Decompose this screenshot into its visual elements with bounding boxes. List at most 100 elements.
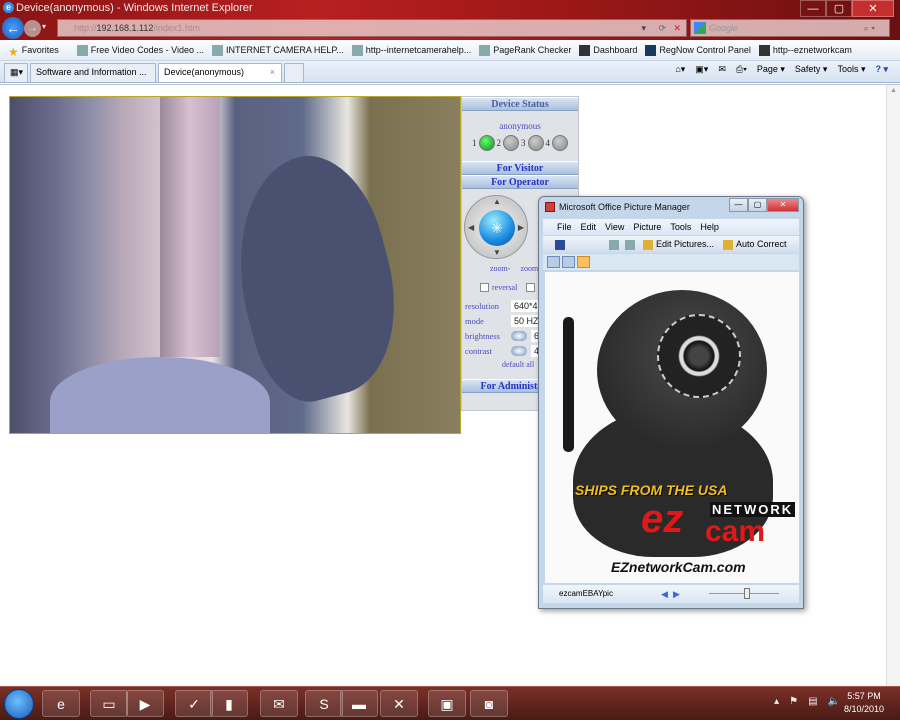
print-icon[interactable]: ⎙▾ bbox=[736, 64, 747, 75]
forward-button[interactable]: → bbox=[24, 20, 41, 37]
quick-tabs-button[interactable]: ▦▾ bbox=[4, 63, 28, 82]
favorite-link[interactable]: Dashboard bbox=[579, 44, 637, 56]
previous-picture-icon[interactable]: ◀ bbox=[661, 589, 668, 599]
history-dropdown[interactable]: ▾ bbox=[42, 22, 46, 31]
tab-device-anonymous[interactable]: Device(anonymous) × bbox=[158, 63, 282, 82]
next-picture-icon[interactable]: ▶ bbox=[673, 589, 680, 599]
show-hidden-icons[interactable]: ▴ bbox=[774, 696, 779, 707]
favorite-link[interactable]: http--eznetworkcam bbox=[758, 44, 852, 56]
rotate-right-icon[interactable] bbox=[625, 236, 638, 253]
search-icon[interactable]: ⌕ ▾ bbox=[864, 20, 875, 36]
safety-menu[interactable]: Safety ▾ bbox=[795, 64, 828, 75]
pan-left-arrow[interactable]: ◀ bbox=[468, 223, 474, 232]
menu-tools[interactable]: Tools bbox=[670, 219, 691, 235]
close-tab-icon[interactable]: × bbox=[270, 67, 275, 77]
edit-pictures-button[interactable]: Edit Pictures... bbox=[643, 236, 714, 253]
channel-2-led[interactable] bbox=[503, 135, 519, 151]
pan-right-arrow[interactable]: ▶ bbox=[518, 223, 524, 232]
address-dropdown-icon[interactable]: ▾ bbox=[641, 20, 646, 36]
taskbar-camtasia-icon[interactable]: ✓ bbox=[175, 690, 213, 717]
contrast-adjust-button[interactable] bbox=[511, 345, 527, 356]
for-operator-header[interactable]: For Operator bbox=[462, 175, 578, 189]
refresh-icon[interactable]: ⟳ bbox=[658, 20, 666, 36]
website-text: EZnetworkCam.com bbox=[611, 559, 746, 575]
favorite-label: PageRank Checker bbox=[493, 45, 572, 55]
taskbar-media-player-icon[interactable]: ▶ bbox=[126, 690, 164, 717]
zoom-slider-thumb[interactable] bbox=[744, 588, 751, 599]
taskbar-app-icon[interactable]: ▮ bbox=[210, 690, 248, 717]
rotate-left-icon[interactable] bbox=[609, 236, 622, 253]
close-button[interactable]: ✕ bbox=[852, 0, 894, 17]
channel-1-led[interactable] bbox=[478, 135, 495, 151]
back-button[interactable]: ← bbox=[2, 17, 24, 39]
channel-3-led[interactable] bbox=[527, 135, 544, 151]
scroll-up-icon[interactable]: ▲ bbox=[890, 87, 897, 94]
taskbar-outlook-icon[interactable]: ✉ bbox=[260, 690, 298, 717]
web-slice-icon bbox=[212, 44, 224, 56]
taskbar-picture-icon[interactable]: ▬ bbox=[340, 690, 378, 717]
menu-view[interactable]: View bbox=[605, 219, 624, 235]
favorite-link[interactable]: INTERNET CAMERA HELP... bbox=[212, 44, 344, 56]
favorite-link[interactable]: Free Video Codes - Video ... bbox=[76, 44, 204, 56]
filmstrip-view-button[interactable] bbox=[562, 256, 575, 268]
camera-lens bbox=[678, 335, 720, 377]
address-host: 192.168.1.112 bbox=[96, 23, 154, 33]
ptz-center-button[interactable]: ✳ bbox=[479, 210, 515, 246]
stop-icon[interactable]: ✕ bbox=[673, 20, 681, 36]
contrast-label: contrast bbox=[465, 345, 492, 356]
taskbar-picture-manager-icon[interactable]: ✕ bbox=[380, 690, 418, 717]
pm-close-button[interactable]: ✕ bbox=[767, 198, 799, 212]
tab-software-information[interactable]: Software and Information ... bbox=[30, 63, 156, 82]
clock[interactable]: 5:57 PM 8/10/2010 bbox=[844, 690, 884, 716]
action-center-flag-icon[interactable]: ⚑ bbox=[789, 696, 798, 707]
channel-4-led[interactable] bbox=[552, 135, 568, 151]
favorite-link[interactable]: RegNow Control Panel bbox=[645, 44, 751, 56]
device-status-header: Device Status bbox=[462, 97, 578, 111]
taskbar-snagit-icon[interactable]: S bbox=[305, 690, 343, 717]
ptz-control[interactable]: ▲ ▼ ◀ ▶ ✳ bbox=[464, 195, 528, 259]
start-button[interactable] bbox=[4, 689, 34, 719]
zoom-slider[interactable] bbox=[709, 588, 779, 599]
favorite-label: RegNow Control Panel bbox=[659, 45, 751, 55]
single-picture-view-button[interactable] bbox=[577, 256, 590, 268]
auto-correct-icon bbox=[723, 239, 733, 250]
brightness-adjust-button[interactable] bbox=[511, 330, 527, 341]
taskbar-remote-icon[interactable]: ▣ bbox=[428, 690, 466, 717]
zoom-minus-button[interactable]: zoom- bbox=[490, 264, 510, 273]
page-scrollbar[interactable]: ▲ bbox=[886, 85, 900, 686]
auto-correct-button[interactable]: Auto Correct bbox=[723, 236, 787, 253]
save-icon[interactable] bbox=[555, 236, 568, 253]
thumbnail-view-button[interactable] bbox=[547, 256, 560, 268]
volume-icon[interactable]: 🔈 bbox=[828, 696, 840, 707]
search-box[interactable]: Google ⌕ ▾ bbox=[690, 19, 890, 37]
help-menu[interactable]: ? ▾ bbox=[875, 64, 888, 75]
ships-text: SHIPS FROM THE USA bbox=[575, 482, 728, 498]
menu-file[interactable]: File bbox=[557, 219, 572, 235]
menu-edit[interactable]: Edit bbox=[581, 219, 597, 235]
favorite-link[interactable]: PageRank Checker bbox=[479, 44, 572, 56]
address-bar[interactable]: http://192.168.1.112/index1.htm ▾ ⟳ ✕ bbox=[57, 19, 687, 37]
taskbar-ie-icon[interactable]: e bbox=[42, 690, 80, 717]
menu-help[interactable]: Help bbox=[700, 219, 719, 235]
taskbar-explorer-icon[interactable]: ▭ bbox=[90, 690, 128, 717]
home-icon[interactable]: ⌂▾ bbox=[675, 64, 685, 75]
new-tab-button[interactable] bbox=[284, 63, 304, 82]
pm-minimize-button[interactable]: — bbox=[729, 198, 748, 212]
favorites-button[interactable]: ★ Favorites bbox=[8, 45, 59, 59]
mail-icon[interactable]: ✉ bbox=[718, 64, 726, 75]
favorite-link[interactable]: http--internetcamerahelp... bbox=[351, 44, 471, 56]
mirror-checkbox[interactable] bbox=[526, 283, 536, 292]
network-icon[interactable]: ▤ bbox=[808, 696, 817, 707]
pan-down-arrow[interactable]: ▼ bbox=[493, 248, 501, 257]
minimize-button[interactable]: — bbox=[800, 0, 826, 17]
feeds-icon[interactable]: ▣▾ bbox=[695, 64, 708, 75]
for-visitor-header[interactable]: For Visitor bbox=[462, 161, 578, 175]
pm-maximize-button[interactable]: ▢ bbox=[748, 198, 767, 212]
tools-menu[interactable]: Tools ▾ bbox=[837, 64, 865, 75]
menu-picture[interactable]: Picture bbox=[633, 219, 661, 235]
pan-up-arrow[interactable]: ▲ bbox=[493, 197, 501, 206]
reversal-checkbox[interactable] bbox=[480, 283, 489, 292]
maximize-button[interactable]: ▢ bbox=[826, 0, 852, 17]
taskbar-camera-icon[interactable]: ◙ bbox=[470, 690, 508, 717]
page-menu[interactable]: Page ▾ bbox=[757, 64, 785, 75]
